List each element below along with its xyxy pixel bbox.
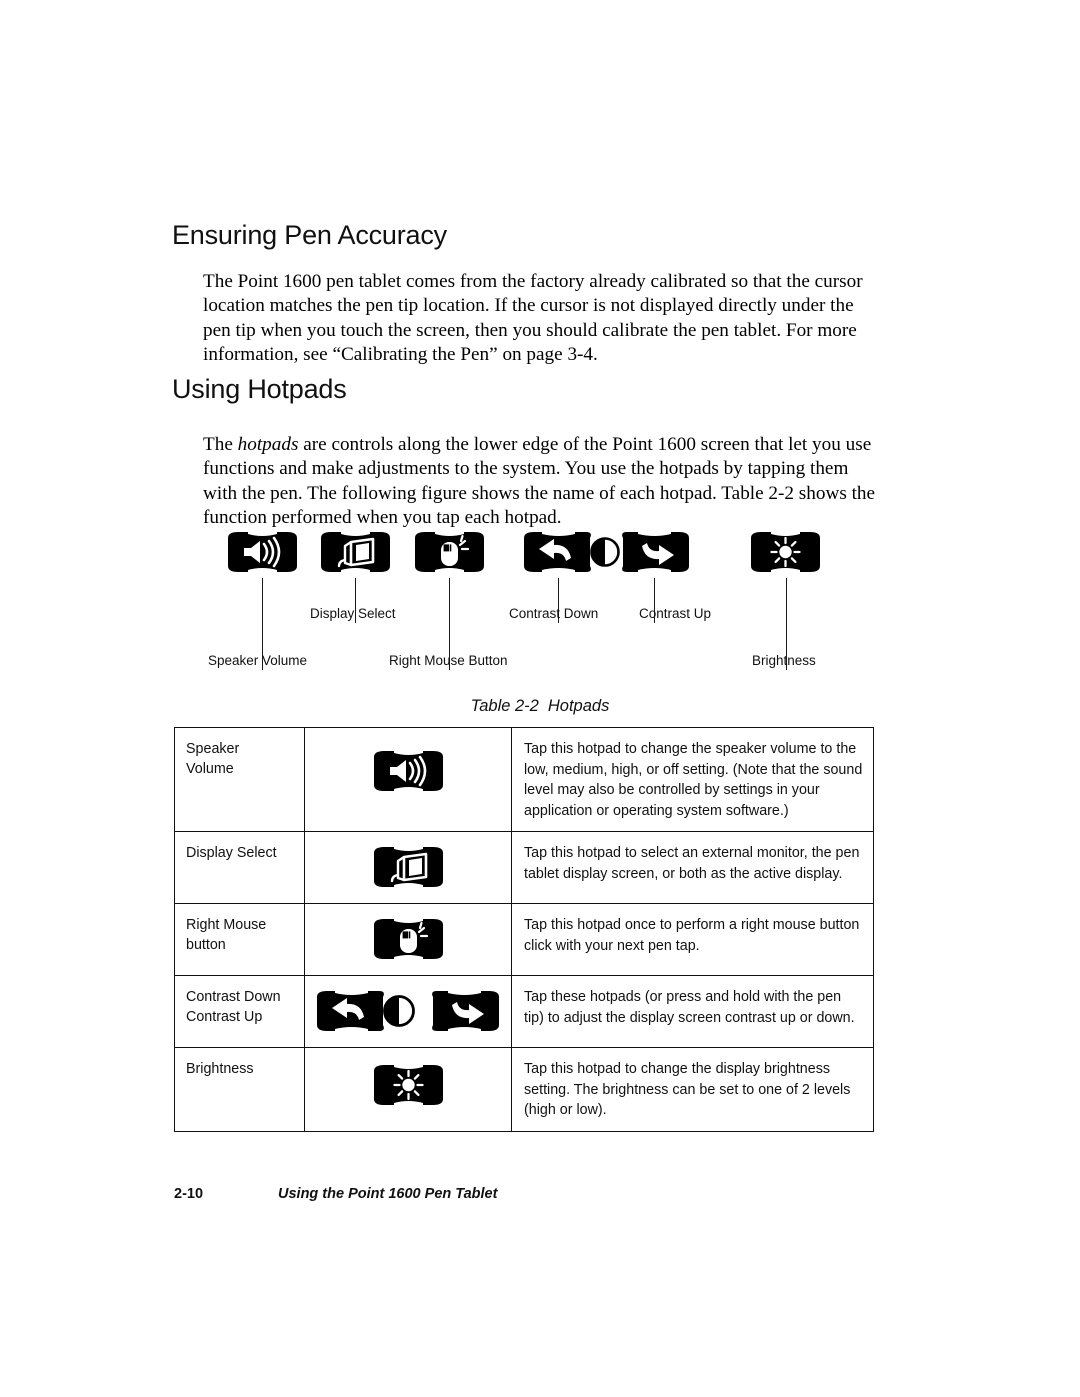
cell-icon-right-mouse-button: [304, 903, 512, 976]
cell-name-brightness: Brightness: [174, 1047, 305, 1132]
heading-ensuring-pen-accuracy: Ensuring Pen Accuracy: [172, 220, 447, 250]
table-row-right-mouse-button: Right Mouse button Tap this hotpad once …: [174, 903, 874, 976]
figure-hotpad-contrast-up: [620, 532, 689, 577]
paragraph-lead-text: The: [203, 434, 238, 455]
figure-hotpad-speaker-volume: [228, 532, 297, 577]
callout-label-display-select: Display Select: [310, 606, 396, 621]
contrast-group-icon: [317, 991, 499, 1031]
callout-label-contrast-down: Contrast Down: [509, 606, 599, 621]
cell-icon-brightness: [304, 1047, 512, 1132]
document-page: Ensuring Pen Accuracy The Point 1600 pen…: [0, 0, 1080, 1397]
speaker-volume-icon: [373, 751, 443, 791]
footer-page-number: 2-10: [174, 1186, 204, 1202]
figure-hotpad-right-mouse-button: [415, 532, 484, 577]
row-description: Tap these hotpads (or press and hold wit…: [524, 989, 855, 1026]
paragraph-pen-accuracy: The Point 1600 pen tablet comes from the…: [203, 271, 863, 365]
row-name-line2: Contrast Up: [186, 1009, 263, 1025]
table-row-brightness: Brightness Tap this hotpad to change the…: [174, 1047, 874, 1132]
contrast-down-icon: [524, 532, 591, 572]
cell-description-contrast: Tap these hotpads (or press and hold wit…: [511, 975, 874, 1048]
figure-hotpad-display-select: [321, 532, 390, 577]
cell-description-speaker-volume: Tap this hotpad to change the speaker vo…: [511, 727, 874, 832]
callout-label-speaker-volume: Speaker Volume: [208, 653, 308, 668]
cell-name-contrast: Contrast Down Contrast Up: [174, 975, 305, 1048]
cell-name-speaker-volume: Speaker Volume: [174, 727, 305, 832]
row-name-line1: Right Mouse: [186, 917, 267, 933]
cell-description-brightness: Tap this hotpad to change the display br…: [511, 1047, 874, 1132]
figure-contrast-indicator: [588, 534, 622, 575]
contrast-half-circle-icon: [383, 995, 415, 1027]
cell-icon-speaker-volume: [304, 727, 512, 832]
display-select-icon: [373, 847, 443, 887]
brightness-icon: [751, 532, 820, 572]
right-mouse-button-icon: [415, 532, 484, 572]
speaker-volume-icon: [228, 532, 297, 572]
table-caption: Table 2-2 Hotpads: [0, 697, 1080, 716]
table-row-contrast: Contrast Down Contrast Up Tap these hotp…: [174, 975, 874, 1048]
row-description: Tap this hotpad to select an external mo…: [524, 845, 860, 882]
contrast-half-circle-icon: [590, 537, 620, 567]
table-row-speaker-volume: Speaker Volume Tap this hotpad to change…: [174, 727, 874, 832]
cell-description-display-select: Tap this hotpad to select an external mo…: [511, 831, 874, 904]
table-caption-title: Hotpads: [547, 697, 610, 715]
footer-running-head: Using the Point 1600 Pen Tablet: [278, 1186, 498, 1202]
row-description: Tap this hotpad once to perform a right …: [524, 917, 860, 954]
callout-label-brightness: Brightness: [752, 653, 816, 668]
right-mouse-button-icon: [373, 919, 443, 959]
cell-name-right-mouse-button: Right Mouse button: [174, 903, 305, 976]
hotpads-figure: Display Select Contrast Down Contrast Up…: [0, 528, 1080, 678]
row-description: Tap this hotpad to change the display br…: [524, 1061, 851, 1118]
row-name-line2: Volume: [186, 761, 234, 777]
heading-using-hotpads: Using Hotpads: [172, 374, 347, 404]
row-description: Tap this hotpad to change the speaker vo…: [524, 741, 863, 819]
paragraph-using-hotpads: The hotpads are controls along the lower…: [203, 433, 878, 530]
row-name-line1: Display Select: [186, 845, 277, 861]
table-caption-number: Table 2-2: [470, 697, 539, 715]
callout-label-contrast-up: Contrast Up: [639, 606, 712, 621]
cell-name-display-select: Display Select: [174, 831, 305, 904]
paragraph-emphasis-hotpads: hotpads: [237, 434, 299, 455]
contrast-up-icon: [622, 532, 689, 572]
row-name-line1: Brightness: [186, 1061, 254, 1077]
page-footer: 2-10 Using the Point 1600 Pen Tablet: [174, 1186, 497, 1202]
paragraph-rest-text: are controls along the lower edge of the…: [203, 434, 876, 528]
table-row-display-select: Display Select Tap this hotpad to select…: [174, 831, 874, 904]
cell-icon-contrast-group: [304, 975, 512, 1048]
row-name-line2: button: [186, 937, 226, 953]
brightness-icon: [373, 1064, 443, 1105]
row-name-line1: Contrast Down: [186, 989, 281, 1005]
figure-hotpad-contrast-down: [524, 532, 593, 577]
callout-label-right-mouse-button: Right Mouse Button: [389, 653, 508, 668]
figure-hotpad-brightness: [751, 532, 820, 577]
row-name-line1: Speaker: [186, 741, 240, 757]
cell-icon-display-select: [304, 831, 512, 904]
display-select-icon: [321, 532, 390, 572]
hotpads-table: Speaker Volume Tap this hotpad to change…: [174, 727, 874, 1132]
cell-description-right-mouse-button: Tap this hotpad once to perform a right …: [511, 903, 874, 976]
